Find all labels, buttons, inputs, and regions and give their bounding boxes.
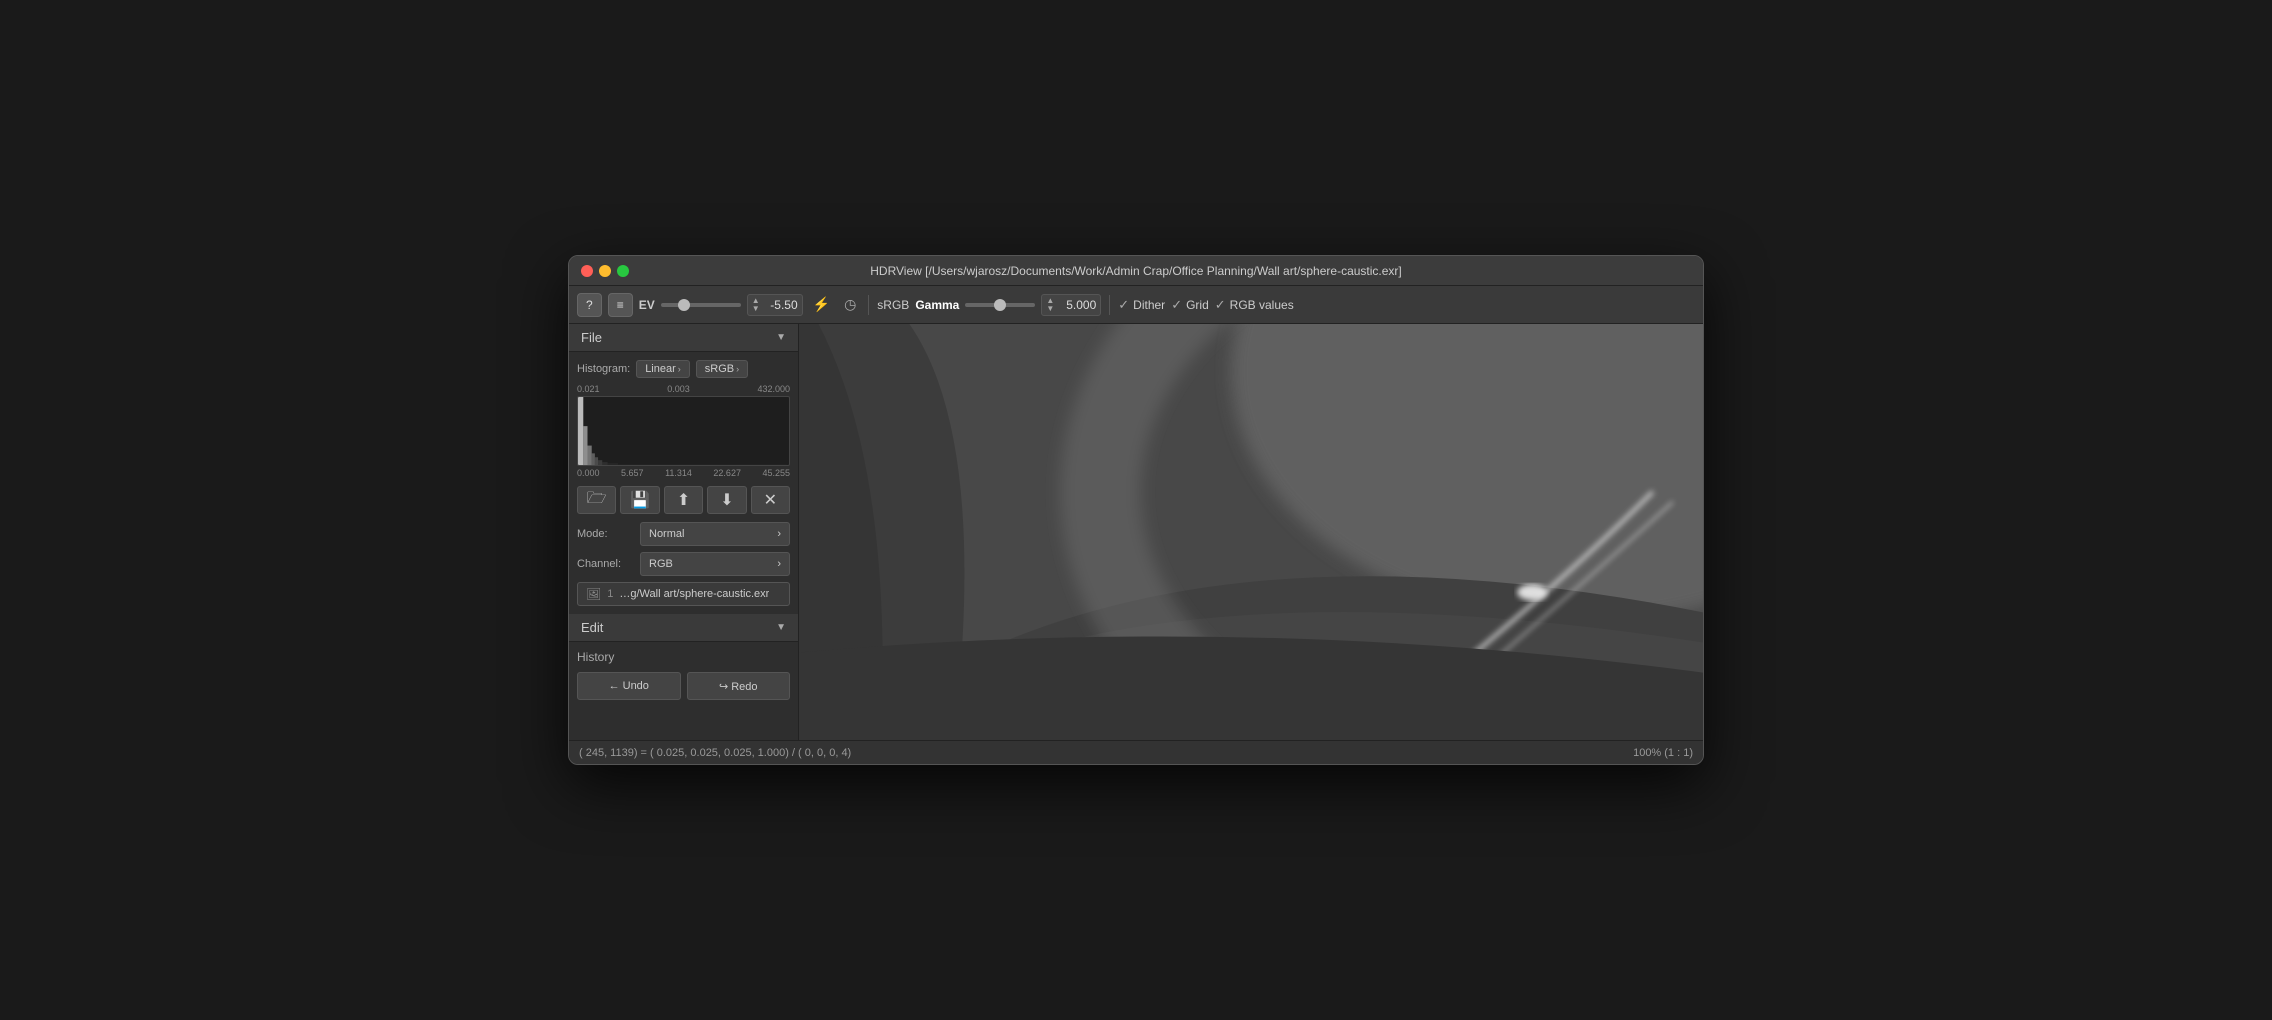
save-icon: 💾	[630, 490, 650, 510]
mode-value: Normal	[649, 528, 684, 540]
close-button[interactable]	[581, 265, 593, 277]
channel-row: Channel: RGB ›	[577, 552, 790, 576]
ev-value: -5.50	[762, 298, 798, 312]
minimize-button[interactable]	[599, 265, 611, 277]
mode-label: Mode:	[577, 528, 632, 540]
flash-button[interactable]: ⚡	[809, 294, 834, 315]
gamma-slider-container	[965, 303, 1035, 307]
edit-section-arrow: ▼	[776, 622, 786, 633]
app-window: HDRView [/Users/wjarosz/Documents/Work/A…	[568, 255, 1704, 765]
edit-section-header[interactable]: Edit ▼	[569, 614, 798, 642]
histogram-chart	[577, 396, 790, 466]
histogram-label: Histogram:	[577, 363, 630, 375]
file-item[interactable]: 🖼 1 …g/Wall art/sphere-caustic.exr	[577, 582, 790, 606]
image-canvas	[799, 324, 1703, 740]
undo-label: ← Undo	[609, 680, 649, 692]
ev-value-container: ▲ ▼ -5.50	[747, 294, 803, 316]
redo-button[interactable]: ↪ Redo	[687, 672, 791, 700]
hist-top-labels: 0.021 0.003 432.000	[577, 384, 790, 394]
gamma-slider[interactable]	[965, 303, 1035, 307]
file-section-title: File	[581, 330, 602, 345]
histogram-row: Histogram: Linear › sRGB ›	[577, 360, 790, 378]
file-section-header[interactable]: File ▼	[569, 324, 798, 352]
download-button[interactable]: ⬇	[707, 486, 746, 514]
upload-button[interactable]: ⬆	[664, 486, 703, 514]
upload-icon: ⬆	[677, 490, 690, 510]
ev-slider-container	[661, 303, 741, 307]
dither-label: Dither	[1133, 298, 1165, 312]
gamma-down-arrow[interactable]: ▼	[1046, 305, 1054, 313]
mode-dropdown[interactable]: Normal ›	[640, 522, 790, 546]
menu-button[interactable]: ≡	[608, 293, 633, 317]
status-left: ( 245, 1139) = ( 0.025, 0.025, 0.025, 1.…	[579, 747, 851, 759]
file-item-name: …g/Wall art/sphere-caustic.exr	[619, 588, 769, 600]
status-bar: ( 245, 1139) = ( 0.025, 0.025, 0.025, 1.…	[569, 740, 1703, 764]
mode-arrow: ›	[777, 528, 781, 540]
traffic-lights	[581, 265, 629, 277]
gamma-value: 5.000	[1056, 298, 1096, 312]
file-actions: 🗁 💾 ⬆ ⬇ ✕	[577, 486, 790, 514]
open-icon: 🗁	[587, 487, 607, 514]
main-content: File ▼ Histogram: Linear › sRGB ›	[569, 324, 1703, 740]
file-section-arrow: ▼	[776, 332, 786, 343]
grid-toggle[interactable]: ✓ Grid	[1171, 297, 1209, 313]
dither-check-icon: ✓	[1118, 297, 1129, 313]
window-title: HDRView [/Users/wjarosz/Documents/Work/A…	[870, 264, 1402, 278]
history-buttons: ← Undo ↪ Redo	[577, 672, 790, 700]
history-section: History ← Undo ↪ Redo	[569, 642, 798, 708]
grid-label: Grid	[1186, 298, 1209, 312]
save-button[interactable]: 💾	[620, 486, 659, 514]
mode-row: Mode: Normal ›	[577, 522, 790, 546]
ev-slider[interactable]	[661, 303, 741, 307]
file-section-content: Histogram: Linear › sRGB › 0.021 0.003 4…	[569, 352, 798, 614]
undo-button[interactable]: ← Undo	[577, 672, 681, 700]
help-button[interactable]: ?	[577, 293, 602, 317]
redo-label: ↪ Redo	[719, 680, 758, 693]
close-file-button[interactable]: ✕	[751, 486, 790, 514]
linear-button[interactable]: Linear ›	[636, 360, 690, 378]
gamma-value-container: ▲ ▼ 5.000	[1041, 294, 1101, 316]
download-icon: ⬇	[720, 490, 733, 510]
file-item-icon: 🖼	[586, 587, 601, 601]
rgb-check-icon: ✓	[1215, 297, 1226, 313]
separator-2	[1109, 295, 1110, 315]
ev-label: EV	[639, 298, 655, 312]
gamma-label: Gamma	[915, 298, 959, 312]
sidebar: File ▼ Histogram: Linear › sRGB ›	[569, 324, 799, 740]
file-item-num: 1	[607, 588, 613, 600]
channel-arrow: ›	[777, 558, 781, 570]
rgb-values-label: RGB values	[1230, 298, 1294, 312]
channel-label: Channel:	[577, 558, 632, 570]
channel-value: RGB	[649, 558, 673, 570]
ev-arrows: ▲ ▼	[752, 297, 760, 313]
open-button[interactable]: 🗁	[577, 486, 616, 514]
hist-bottom-labels: 0.000 5.657 11.314 22.627 45.255	[577, 468, 790, 478]
toolbar: ? ≡ EV ▲ ▼ -5.50 ⚡ ◷ sRGB Gamma ▲ ▼ 5.00…	[569, 286, 1703, 324]
srgb-label: sRGB	[877, 298, 909, 312]
maximize-button[interactable]	[617, 265, 629, 277]
separator-1	[868, 295, 869, 315]
clock-button[interactable]: ◷	[840, 294, 860, 315]
dither-toggle[interactable]: ✓ Dither	[1118, 297, 1165, 313]
title-bar: HDRView [/Users/wjarosz/Documents/Work/A…	[569, 256, 1703, 286]
status-right: 100% (1 : 1)	[1633, 747, 1693, 759]
history-title: History	[577, 650, 790, 664]
rgb-values-toggle[interactable]: ✓ RGB values	[1215, 297, 1294, 313]
close-file-icon: ✕	[764, 490, 777, 510]
ev-down-arrow[interactable]: ▼	[752, 305, 760, 313]
gamma-arrows: ▲ ▼	[1046, 297, 1054, 313]
channel-dropdown[interactable]: RGB ›	[640, 552, 790, 576]
srgb-arrow: ›	[736, 364, 739, 374]
linear-arrow: ›	[678, 364, 681, 374]
edit-section-title: Edit	[581, 620, 603, 635]
grid-check-icon: ✓	[1171, 297, 1182, 313]
srgb-hist-button[interactable]: sRGB ›	[696, 360, 748, 378]
image-area[interactable]	[799, 324, 1703, 740]
